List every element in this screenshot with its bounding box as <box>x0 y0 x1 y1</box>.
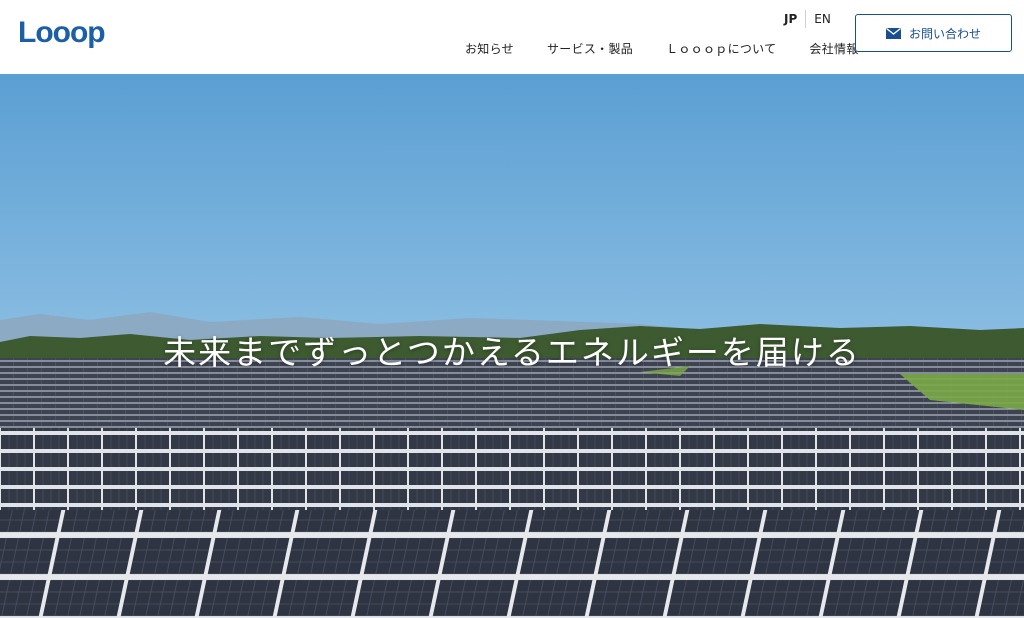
nav-company[interactable]: 会社情報 <box>809 40 858 57</box>
nav-about[interactable]: Ｌｏｏｏｐについて <box>666 40 776 57</box>
envelope-icon <box>885 27 901 39</box>
main-nav: お知らせ サービス・製品 Ｌｏｏｏｐについて 会社情報 <box>448 40 875 57</box>
hero-banner: 未来までずっとつかえるエネルギーを届ける <box>0 74 1024 618</box>
contact-label: お問い合わせ <box>908 26 981 41</box>
hero-tagline: 未来までずっとつかえるエネルギーを届ける <box>163 333 861 372</box>
nav-services[interactable]: サービス・製品 <box>547 40 633 57</box>
svg-text:Looop: Looop <box>18 16 105 48</box>
language-switcher: JP EN <box>776 10 839 28</box>
lang-jp-link[interactable]: JP <box>776 12 805 26</box>
nav-news[interactable]: お知らせ <box>465 40 514 57</box>
site-header: Looop JP EN お知らせ サービス・製品 Ｌｏｏｏｐについて 会社情報 … <box>0 0 1024 74</box>
looop-logo[interactable]: Looop <box>18 16 122 48</box>
contact-button[interactable]: お問い合わせ <box>855 14 1012 52</box>
lang-en-link[interactable]: EN <box>806 12 839 26</box>
